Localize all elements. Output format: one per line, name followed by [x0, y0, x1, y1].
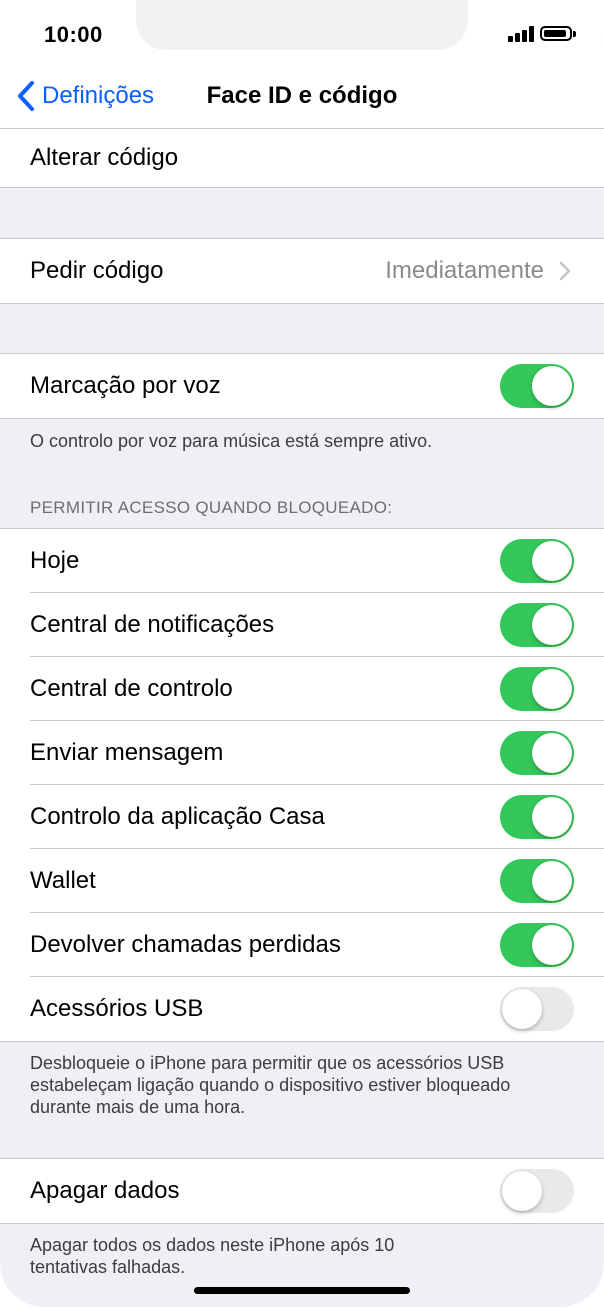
erase-footer-line: Apagar todos os dados neste iPhone após …	[30, 1235, 395, 1255]
item-label-usb-accessories: Acessórios USB	[30, 995, 204, 1022]
item-label-return-missed-calls: Devolver chamadas perdidas	[30, 931, 341, 958]
require-code-section: Pedir código Imediatamente	[0, 238, 604, 304]
home-control-toggle[interactable]	[500, 795, 574, 839]
locked-access-header: PERMITIR ACESSO QUANDO BLOQUEADO:	[30, 498, 393, 517]
erase-data-row: Apagar dados	[0, 1159, 604, 1223]
locked-access-item: Wallet	[0, 849, 604, 913]
erase-data-label: Apagar dados	[30, 1177, 180, 1204]
change-code-row[interactable]: Alterar código	[0, 129, 604, 187]
voice-dial-row: Marcação por voz	[0, 354, 604, 418]
require-code-value: Imediatamente	[385, 257, 544, 284]
return-missed-calls-toggle[interactable]	[500, 923, 574, 967]
locked-access-item: Acessórios USB	[0, 977, 604, 1041]
usb-accessories-toggle[interactable]	[500, 987, 574, 1031]
locked-access-item: Enviar mensagem	[0, 721, 604, 785]
voice-dial-section: Marcação por voz	[0, 353, 604, 419]
wallet-toggle[interactable]	[500, 859, 574, 903]
item-label-today: Hoje	[30, 547, 80, 574]
signal-icon	[508, 26, 536, 42]
chevron-right-icon	[559, 261, 571, 281]
item-label-control-center: Central de controlo	[30, 675, 233, 702]
erase-data-toggle[interactable]	[500, 1169, 574, 1213]
status-bar: 10:00	[0, 0, 604, 62]
control-center-toggle[interactable]	[500, 667, 574, 711]
home-indicator[interactable]	[194, 1287, 410, 1294]
change-code-link[interactable]: Alterar código	[30, 144, 178, 172]
chevron-left-icon	[18, 81, 34, 111]
locked-access-item: Devolver chamadas perdidas	[0, 913, 604, 977]
usb-footer-line: estabeleçam ligação quando o dispositivo…	[30, 1075, 511, 1095]
locked-access-item: Central de notificações	[0, 593, 604, 657]
locked-access-item: Controlo da aplicação Casa	[0, 785, 604, 849]
change-code-section: Alterar código	[0, 129, 604, 188]
item-label-notification-center: Central de notificações	[30, 611, 275, 638]
item-label-send-message: Enviar mensagem	[30, 739, 224, 766]
usb-footer-line: durante mais de uma hora.	[30, 1097, 246, 1117]
voice-dial-label: Marcação por voz	[30, 372, 221, 399]
notification-center-toggle[interactable]	[500, 603, 574, 647]
require-code-label: Pedir código	[30, 257, 164, 284]
voice-dial-footer: O controlo por voz para música está semp…	[30, 431, 433, 451]
erase-footer-line: tentativas falhadas.	[30, 1257, 186, 1277]
battery-icon	[540, 26, 576, 41]
item-label-wallet: Wallet	[30, 867, 96, 894]
require-code-row[interactable]: Pedir código Imediatamente	[0, 239, 604, 303]
locked-access-section: Hoje Central de notificações Central de …	[0, 528, 604, 1042]
locked-access-item: Hoje	[0, 529, 604, 593]
status-time: 10:00	[44, 22, 103, 47]
navigation-bar: Definições Face ID e código	[0, 62, 604, 129]
item-label-home-control: Controlo da aplicação Casa	[30, 803, 325, 830]
locked-access-item: Central de controlo	[0, 657, 604, 721]
erase-data-section: Apagar dados	[0, 1158, 604, 1224]
back-button[interactable]: Definições	[16, 78, 154, 114]
back-button-label: Definições	[42, 82, 155, 109]
erase-data-footer: Apagar todos os dados neste iPhone após …	[30, 1234, 570, 1278]
send-message-toggle[interactable]	[500, 731, 574, 775]
phone-screen: 10:00 Definições Face ID e código Altera…	[0, 0, 604, 1307]
usb-footer: Desbloqueie o iPhone para permitir que o…	[30, 1052, 570, 1118]
usb-footer-line: Desbloqueie o iPhone para permitir que o…	[30, 1053, 505, 1073]
today-toggle[interactable]	[500, 539, 574, 583]
notch	[136, 0, 468, 50]
voice-dial-toggle[interactable]	[500, 364, 574, 408]
